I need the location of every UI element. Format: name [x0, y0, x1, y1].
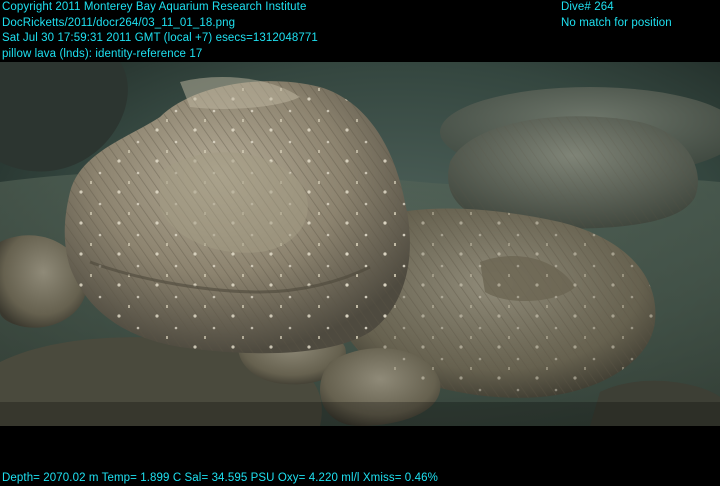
dive-number-line: Dive# 264 [561, 1, 614, 13]
overlay-top-right: Dive# 264 No match for position [561, 0, 672, 31]
overlay-top-left: Copyright 2011 Monterey Bay Aquarium Res… [2, 0, 318, 62]
file-path-line: DocRicketts/2011/docr264/03_11_01_18.png [2, 16, 236, 29]
seafloor-pillow-lava-image [0, 62, 720, 426]
timestamp-line: Sat Jul 30 17:59:31 2011 GMT (local +7) … [2, 32, 318, 44]
position-status-line: No match for position [561, 16, 672, 29]
copyright-line: Copyright 2011 Monterey Bay Aquarium Res… [2, 1, 307, 13]
annotation-line: pillow lava (lnds): identity-reference 1… [2, 47, 203, 60]
sensor-readout-line: Depth= 2070.02 m Temp= 1.899 C Sal= 34.5… [2, 472, 438, 484]
video-frame: Copyright 2011 Monterey Bay Aquarium Res… [0, 0, 720, 486]
